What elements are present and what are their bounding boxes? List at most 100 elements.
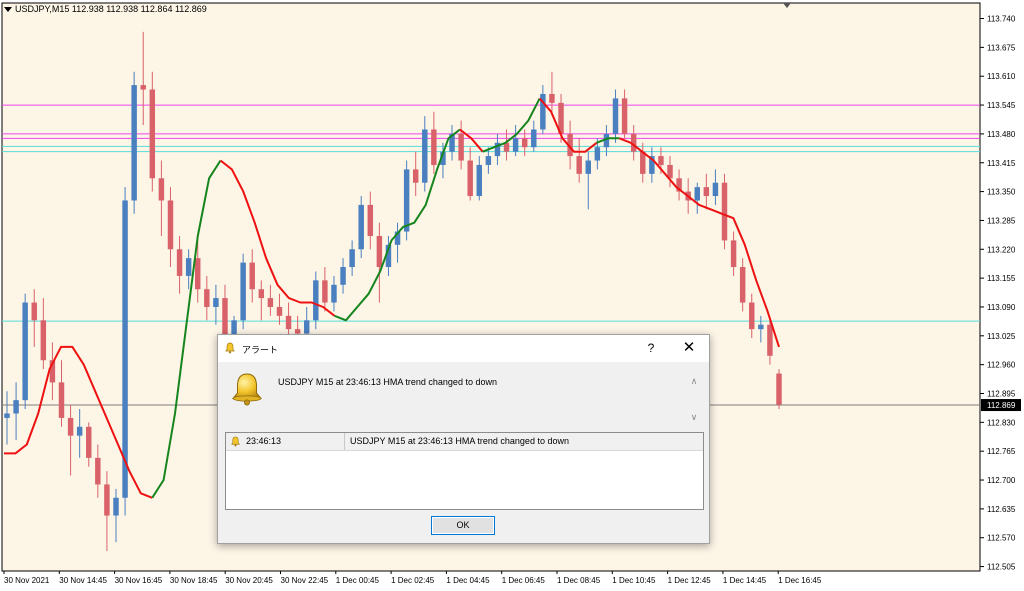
ok-button[interactable]: OK: [431, 516, 495, 535]
y-axis-label: 113.740: [987, 15, 1016, 24]
y-axis-label: 112.570: [987, 534, 1016, 543]
candle-body: [349, 249, 355, 268]
y-axis-label: 113.155: [987, 274, 1016, 283]
candle-body: [485, 156, 492, 165]
candle-body: [294, 329, 301, 334]
candle-body: [222, 298, 228, 339]
alert-message: USDJPY M15 at 23:46:13 HMA trend changed…: [278, 377, 497, 387]
y-axis-label: 112.635: [987, 505, 1016, 514]
candle-body: [322, 280, 328, 303]
candle-body: [694, 187, 700, 201]
candle-body: [521, 138, 528, 148]
candle-body: [721, 182, 728, 241]
candle-body: [640, 151, 646, 174]
current-price-tag-label: 112.869: [987, 401, 1016, 410]
candle-body: [458, 133, 464, 161]
candle-body: [213, 298, 219, 307]
candle-body: [313, 280, 319, 321]
message-scrollbar[interactable]: ∧ ∨: [688, 375, 700, 423]
candle-body: [58, 382, 65, 418]
bell-icon: [225, 342, 235, 354]
y-axis-label: 113.090: [987, 303, 1016, 312]
candle-body: [594, 147, 601, 161]
candle-body: [204, 289, 210, 307]
candle-body: [158, 178, 165, 201]
x-axis-label: 30 Nov 18:45: [170, 576, 218, 585]
list-item[interactable]: 23:46:13 USDJPY M15 at 23:46:13 HMA tren…: [226, 433, 703, 451]
candle-body: [412, 169, 419, 183]
bell-icon: [230, 436, 241, 447]
candle-body: [358, 204, 364, 250]
triangle-down-icon[interactable]: [4, 7, 12, 13]
x-axis-label: 1 Dec 10:45: [612, 576, 656, 585]
candle-body: [95, 457, 101, 485]
candle-body: [149, 89, 156, 179]
dialog-title-bar[interactable]: アラート ? ✕: [218, 335, 709, 362]
x-axis-label: 1 Dec 16:45: [778, 576, 822, 585]
candle-body: [176, 249, 183, 276]
candle-body: [367, 204, 374, 236]
x-axis-label: 1 Dec 04:45: [446, 576, 490, 585]
candle-body: [549, 93, 555, 103]
candle-body: [767, 324, 773, 356]
candle-body: [195, 258, 201, 290]
candle-body: [376, 235, 383, 268]
candle-body: [612, 98, 619, 134]
candle-body: [22, 302, 28, 401]
candle-body: [4, 413, 10, 418]
candle-body: [40, 320, 47, 361]
alert-row-message: USDJPY M15 at 23:46:13 HMA trend changed…: [350, 436, 569, 446]
candle-body: [76, 426, 83, 436]
candle-body: [331, 284, 337, 303]
candle-body: [131, 85, 137, 201]
y-axis-label: 112.960: [987, 361, 1016, 370]
close-button[interactable]: ✕: [678, 338, 700, 358]
alert-row-time: 23:46:13: [246, 436, 282, 446]
y-axis-label: 112.830: [987, 418, 1016, 427]
candle-body: [621, 98, 628, 134]
scroll-up-arrow-icon[interactable]: ∧: [688, 375, 700, 387]
column-divider: [344, 433, 345, 450]
candle-body: [140, 85, 146, 90]
candle-body: [585, 160, 591, 174]
candle-body: [167, 200, 174, 250]
x-axis-label: 1 Dec 14:45: [723, 576, 767, 585]
candle-body: [758, 324, 764, 330]
x-axis-label: 30 Nov 2021: [4, 576, 50, 585]
y-axis-label: 112.895: [987, 390, 1016, 399]
scroll-down-arrow-icon[interactable]: ∨: [688, 411, 700, 423]
candle-body: [267, 298, 274, 307]
candle-body: [512, 138, 519, 152]
alert-history-list[interactable]: 23:46:13 USDJPY M15 at 23:46:13 HMA tren…: [225, 432, 704, 510]
candle-body: [739, 267, 746, 303]
y-axis-label: 112.505: [987, 563, 1016, 572]
candle-body: [730, 240, 737, 268]
candle-body: [403, 169, 410, 232]
candle-body: [576, 156, 582, 174]
x-axis-label: 1 Dec 00:45: [336, 576, 380, 585]
y-axis-label: 113.350: [987, 188, 1016, 197]
candle-body: [258, 289, 265, 299]
x-axis-label: 1 Dec 12:45: [668, 576, 712, 585]
x-axis-label: 30 Nov 14:45: [59, 576, 107, 585]
y-axis-label: 113.285: [987, 216, 1016, 225]
symbol-info-label: USDJPY,M15 112.938 112.938 112.864 112.8…: [4, 4, 207, 14]
candle-body: [303, 320, 310, 334]
x-axis-label: 1 Dec 02:45: [391, 576, 435, 585]
candle-body: [86, 426, 92, 458]
candle-body: [185, 258, 192, 276]
x-axis-label: 1 Dec 06:45: [502, 576, 546, 585]
candle-body: [712, 182, 719, 197]
candle-body: [531, 129, 537, 148]
dialog-title: アラート: [242, 345, 279, 355]
help-button[interactable]: ?: [640, 338, 662, 358]
symbol-info-text: USDJPY,M15 112.938 112.938 112.864 112.8…: [15, 4, 207, 14]
candle-body: [104, 484, 110, 516]
y-axis-label: 113.610: [987, 72, 1016, 81]
y-axis-label: 113.480: [987, 130, 1016, 139]
candle-body: [776, 373, 782, 405]
y-axis-label: 112.700: [987, 476, 1016, 485]
x-axis-label: 1 Dec 08:45: [557, 576, 601, 585]
alert-dialog: アラート ? ✕ USDJPY M15 at 23:46:13 HMA tren…: [217, 334, 710, 544]
candle-body: [431, 129, 437, 165]
